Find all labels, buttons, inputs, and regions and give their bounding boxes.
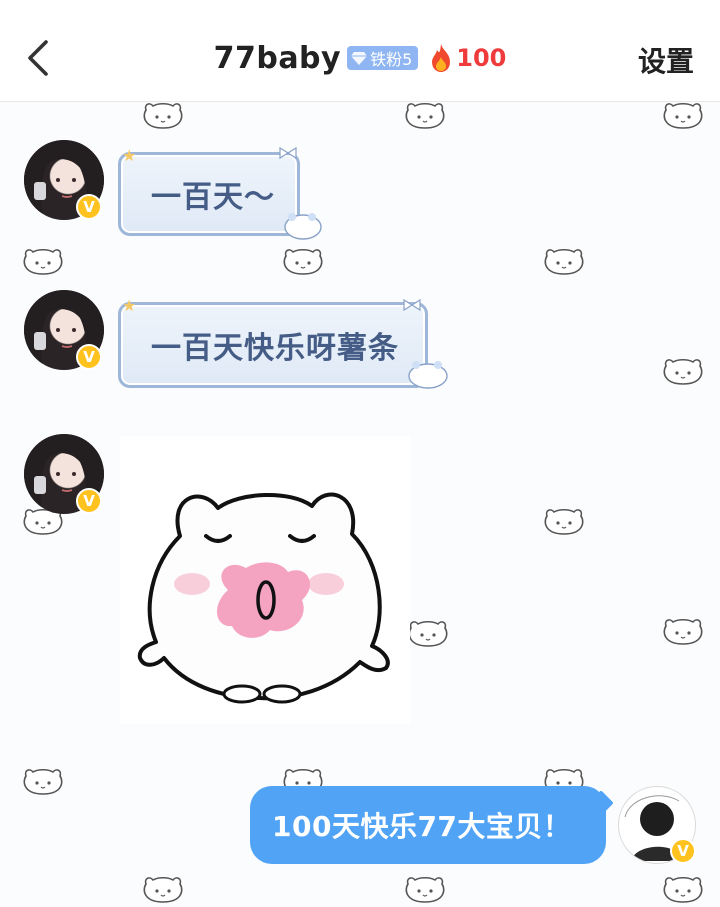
chat-header: 77baby 铁粉5 100 设置	[0, 0, 720, 102]
bear-sticker-decoration-icon	[408, 361, 448, 389]
verified-badge-icon: V	[670, 838, 696, 864]
diamond-icon	[351, 52, 368, 65]
chat-title-area[interactable]: 77baby 铁粉5 100	[0, 40, 720, 76]
verified-badge-icon: V	[76, 344, 102, 370]
message-bubble[interactable]: 一百天快乐呀薯条	[118, 302, 428, 388]
message-text: 一百天快乐呀薯条	[151, 331, 399, 366]
bear-doodle-icon	[143, 876, 183, 903]
star-decoration-icon: ★	[122, 146, 137, 165]
bear-doodle-icon	[663, 876, 703, 903]
bear-doodle-icon	[663, 358, 703, 385]
bear-doodle-icon	[23, 768, 63, 795]
fan-level-badge: 铁粉5	[347, 46, 419, 70]
my-message-bubble[interactable]: 100天快乐77大宝贝！	[250, 786, 606, 864]
settings-button[interactable]: 设置	[638, 40, 694, 80]
star-decoration-icon: ★	[122, 296, 137, 315]
bear-doodle-icon	[23, 248, 63, 275]
bear-doodle-icon	[663, 102, 703, 129]
bear-doodle-icon	[405, 102, 445, 129]
message-bubble[interactable]: 一百天～	[118, 152, 300, 236]
pink-nose-bear-sticker-icon	[137, 492, 390, 704]
verified-badge-icon: V	[76, 194, 102, 220]
fire-icon	[432, 44, 451, 72]
fan-level-label: 铁粉5	[370, 50, 413, 69]
bow-decoration-icon	[279, 146, 297, 160]
chat-title: 77baby	[213, 40, 342, 76]
bear-doodle-icon	[408, 620, 448, 647]
streak-indicator: 100	[428, 43, 506, 73]
sticker-message[interactable]	[120, 436, 410, 724]
verified-badge-icon: V	[76, 488, 102, 514]
message-text: 一百天～	[151, 180, 275, 215]
bear-doodle-icon	[663, 618, 703, 645]
bear-doodle-icon	[544, 508, 584, 535]
bow-decoration-icon	[403, 298, 421, 312]
bear-sticker-decoration-icon	[284, 213, 322, 240]
bear-doodle-icon	[143, 102, 183, 129]
bear-doodle-icon	[544, 248, 584, 275]
streak-count: 100	[456, 44, 507, 72]
bear-doodle-icon	[283, 248, 323, 275]
bear-doodle-icon	[405, 876, 445, 903]
message-text: 100天快乐77大宝贝！	[272, 810, 572, 843]
